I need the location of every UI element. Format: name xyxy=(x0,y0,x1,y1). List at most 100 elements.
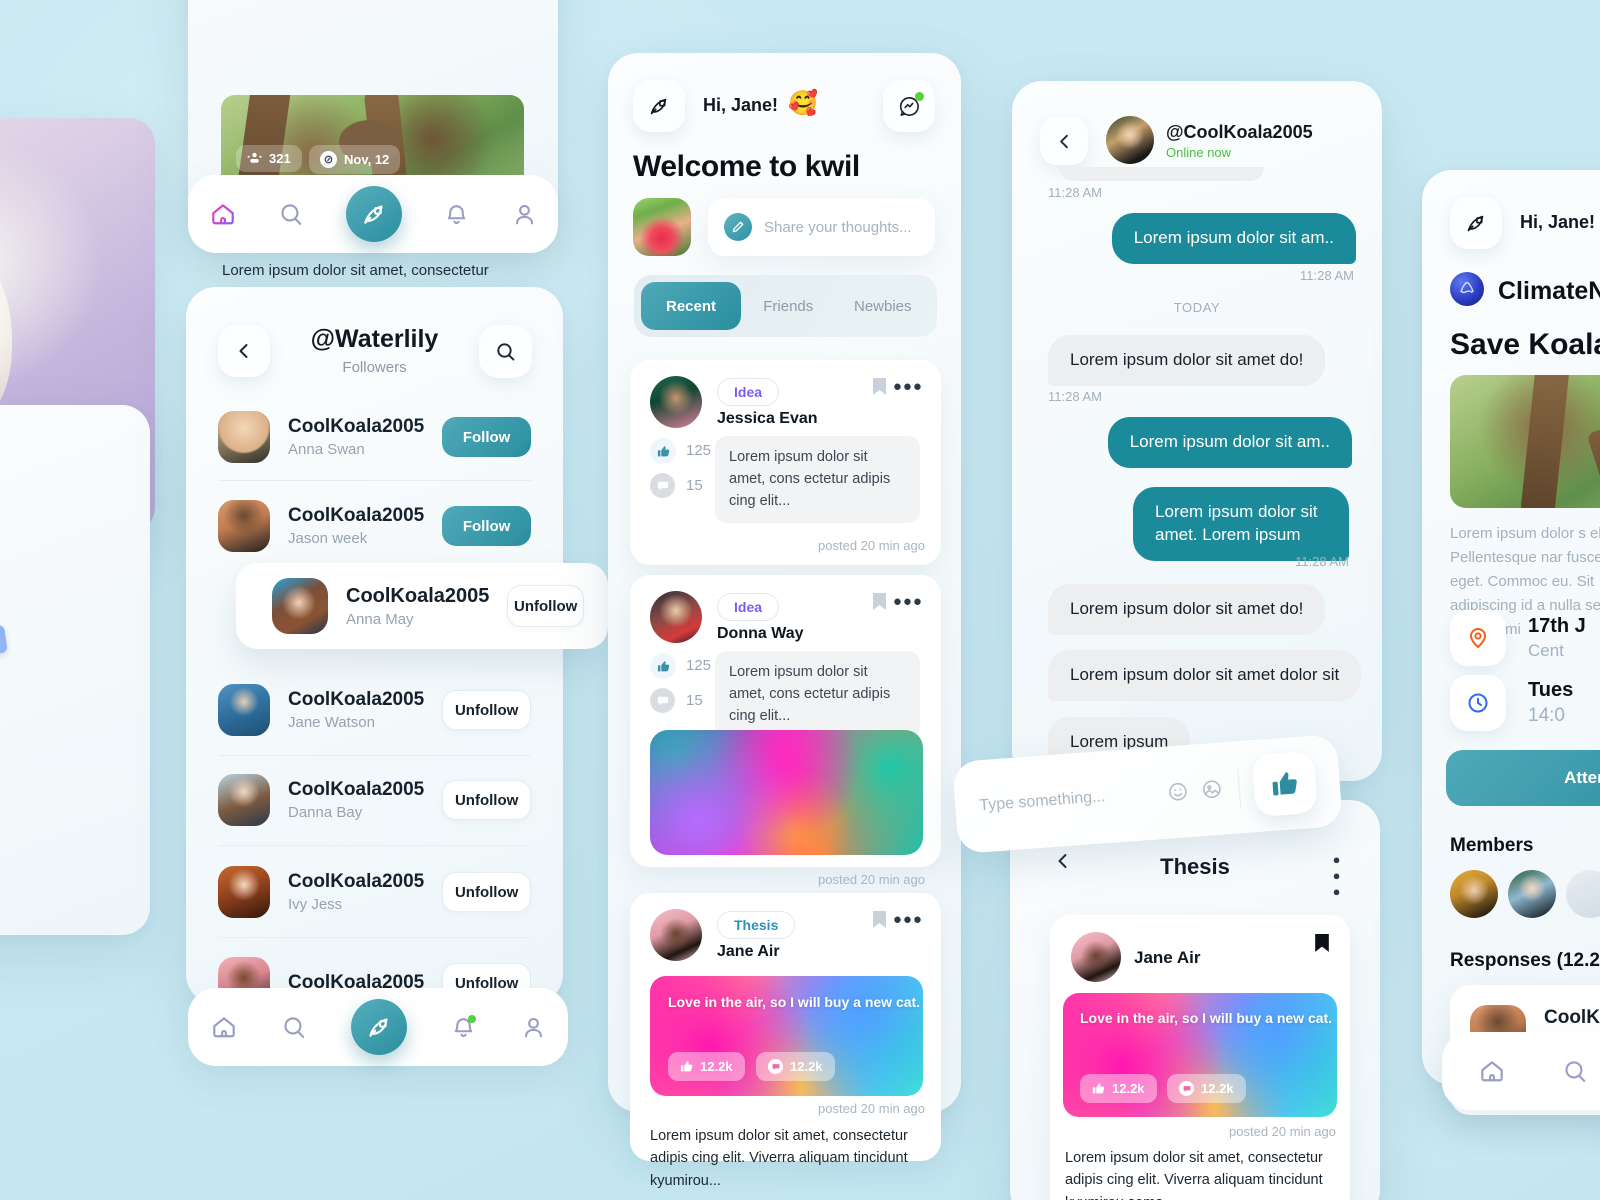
kebab-icon[interactable]: ●●● xyxy=(1329,852,1344,900)
composer-box[interactable]: Share your thoughts... xyxy=(708,198,935,256)
chat-handle: @CoolKoala2005 xyxy=(1166,122,1313,142)
unfollow-button[interactable]: Unfollow xyxy=(442,690,531,730)
feed-panel: Hi, Jane! 🥰 Welcome to kwil Share your t… xyxy=(608,53,961,1189)
composer-divider xyxy=(1237,766,1242,809)
bookmark-icon[interactable] xyxy=(872,377,887,397)
unfollow-button[interactable]: Unfollow xyxy=(442,780,531,820)
feed-tabs[interactable]: Recent Friends Newbies xyxy=(634,275,937,337)
list-item[interactable]: CoolKoala2005 Ivy Jess Unfollow xyxy=(218,859,531,925)
avatar xyxy=(218,500,270,552)
search-icon[interactable] xyxy=(281,1014,308,1041)
bell-icon[interactable] xyxy=(450,1014,477,1041)
more-icon[interactable]: ●●● xyxy=(893,378,923,395)
thesis-timestamp: posted 20 min ago xyxy=(1229,1124,1336,1139)
page-title: Welcome to kwil xyxy=(633,150,860,184)
avatar xyxy=(1071,932,1121,982)
art-comment-count: 12.2k xyxy=(790,1059,823,1074)
org-logo-icon xyxy=(1450,272,1484,306)
attend-button[interactable]: Attend xyxy=(1446,750,1600,806)
avatar xyxy=(272,578,328,634)
list-item[interactable]: CoolKoala2005 Danna Bay Unfollow xyxy=(218,767,531,833)
comment-icon[interactable] xyxy=(650,473,675,498)
list-item-handle: CoolKoala2005 xyxy=(288,779,425,800)
thesis-art[interactable]: Love in the air, so I will buy a new cat… xyxy=(1063,993,1337,1117)
home-icon[interactable] xyxy=(1478,1057,1506,1085)
home-icon[interactable] xyxy=(209,200,237,228)
tab-friends[interactable]: Friends xyxy=(741,298,836,315)
post-art[interactable]: Love in the air, so I will buy a new cat… xyxy=(650,976,923,1096)
profile-icon[interactable] xyxy=(520,1014,547,1041)
bell-icon[interactable] xyxy=(443,201,470,228)
search-icon[interactable] xyxy=(1562,1058,1589,1085)
chat-bubble-incoming: Lorem ipsum dolor sit amet do! xyxy=(1048,335,1326,386)
avatar[interactable] xyxy=(1508,870,1556,918)
avatar[interactable] xyxy=(1450,870,1498,918)
unfollow-button[interactable]: Unfollow xyxy=(507,585,584,627)
event-bottom-nav[interactable] xyxy=(1442,1032,1600,1110)
chat-bubble-partial xyxy=(1059,167,1264,181)
avatar xyxy=(218,866,270,918)
follow-button[interactable]: Follow xyxy=(442,417,531,457)
pencil-icon xyxy=(724,213,752,241)
chat-back-button[interactable] xyxy=(1040,117,1088,165)
promo-panel: I d your s! t, consectetur estas quam se… xyxy=(0,405,150,935)
art-comment-chip[interactable]: 12.2k xyxy=(1167,1074,1246,1103)
people-icon xyxy=(247,152,262,165)
art-comment-count: 12.2k xyxy=(1201,1081,1234,1096)
event-meta-primary: Tues xyxy=(1528,679,1574,701)
bookmark-filled-icon[interactable] xyxy=(1314,933,1330,954)
chevron-left-icon xyxy=(1055,132,1074,151)
feed-logo-button[interactable] xyxy=(633,80,685,132)
thumbs-up-icon[interactable] xyxy=(1251,750,1318,818)
members-avatars[interactable] xyxy=(1450,870,1600,918)
unfollow-button[interactable]: Unfollow xyxy=(442,872,531,912)
image-chip-people-label: 321 xyxy=(269,151,291,166)
avatar[interactable] xyxy=(1566,870,1600,918)
art-like-chip[interactable]: 12.2k xyxy=(1080,1074,1157,1103)
like-icon[interactable] xyxy=(650,653,676,679)
thesis-panel: Thesis ●●● Jane Air Love in the air, so … xyxy=(1010,800,1380,1200)
event-meta-secondary: Cent xyxy=(1528,641,1564,660)
response-handle: CoolK xyxy=(1544,1007,1600,1028)
bookmark-icon[interactable] xyxy=(872,910,887,930)
event-logo-button[interactable] xyxy=(1450,197,1502,249)
divider xyxy=(219,755,531,756)
tab-recent[interactable]: Recent xyxy=(641,282,741,330)
tab-newbies[interactable]: Newbies xyxy=(836,298,931,315)
followers-search-button[interactable] xyxy=(479,325,532,378)
follow-button[interactable]: Follow xyxy=(442,506,531,546)
list-item[interactable]: CoolKoala2005 Anna Swan Follow xyxy=(218,404,531,470)
art-comment-chip[interactable]: 12.2k xyxy=(756,1052,835,1081)
image-icon[interactable] xyxy=(1200,778,1224,802)
followers-bottom-nav[interactable] xyxy=(188,988,568,1066)
smiley-icon[interactable] xyxy=(1166,780,1190,804)
post-image[interactable] xyxy=(650,730,923,855)
chat-timestamp: 11:28 AM xyxy=(1295,554,1349,569)
post-timestamp: posted 20 min ago xyxy=(818,1101,925,1116)
home-icon[interactable] xyxy=(210,1013,238,1041)
thesis-title: Thesis xyxy=(1160,854,1230,879)
more-icon[interactable]: ●●● xyxy=(893,911,923,928)
event-meta-primary: 17th J xyxy=(1528,615,1586,637)
search-icon[interactable] xyxy=(278,201,305,228)
more-icon[interactable]: ●●● xyxy=(893,593,923,610)
list-item-highlighted[interactable]: CoolKoala2005 Anna May Unfollow xyxy=(236,563,608,649)
feed-greeting: Hi, Jane! xyxy=(703,95,779,115)
activity-icon xyxy=(898,91,924,118)
art-like-chip[interactable]: 12.2k xyxy=(668,1052,745,1081)
compose-icon[interactable] xyxy=(345,186,402,242)
chat-avatar[interactable] xyxy=(1106,116,1154,164)
post-panel-bottom-nav[interactable] xyxy=(188,175,558,253)
like-icon[interactable] xyxy=(650,438,676,464)
org-name: ClimateN xyxy=(1498,277,1600,305)
comment-icon[interactable] xyxy=(650,688,675,713)
list-item[interactable]: CoolKoala2005 Jane Watson Unfollow xyxy=(218,677,531,743)
composer-avatar xyxy=(633,198,691,256)
bookmark-icon[interactable] xyxy=(872,592,887,612)
activity-button[interactable] xyxy=(883,80,935,132)
compose-icon[interactable] xyxy=(350,999,407,1055)
list-item-name: Anna May xyxy=(346,610,414,628)
list-item[interactable]: CoolKoala2005 Jason week Follow xyxy=(218,493,531,559)
feather-icon xyxy=(1464,211,1488,235)
profile-icon[interactable] xyxy=(511,201,538,228)
